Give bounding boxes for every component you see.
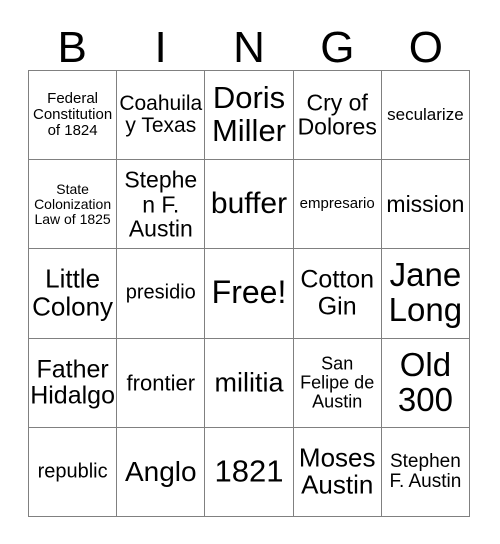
bingo-header-letter-b: B xyxy=(28,18,116,70)
bingo-cell-label: militia xyxy=(214,367,284,398)
bingo-cell[interactable]: Stephen F. Austin xyxy=(117,160,206,250)
bingo-grid: Federal Constitution of 1824 Coahuila y T… xyxy=(28,70,470,517)
bingo-cell-label: Stephen F. Austin xyxy=(389,450,462,492)
bingo-cell[interactable]: Federal Constitution of 1824 xyxy=(29,71,118,161)
bingo-cell[interactable]: empresario xyxy=(293,160,382,250)
bingo-header-letter-n: N xyxy=(205,18,293,70)
bingo-cell-label: Coahuila y Texas xyxy=(119,91,203,138)
bingo-cell[interactable]: republic xyxy=(29,427,118,517)
bingo-cell[interactable]: Jane Long xyxy=(381,249,470,339)
bingo-cell[interactable]: San Felipe de Austin xyxy=(293,338,382,428)
bingo-cell-label: Jane Long xyxy=(388,256,463,329)
bingo-cell-label: Stephen F. Austin xyxy=(124,166,198,242)
bingo-cell-label: republic xyxy=(37,460,108,483)
bingo-header-letter-o: O xyxy=(382,18,470,70)
bingo-cell-label: presidio xyxy=(125,281,196,304)
bingo-cell-label: Moses Austin xyxy=(298,442,376,500)
bingo-cell[interactable]: State Colonization Law of 1825 xyxy=(29,160,118,250)
bingo-header-letter-g: G xyxy=(293,18,381,70)
bingo-cell-label: mission xyxy=(386,191,465,218)
bingo-cell-label: State Colonization Law of 1825 xyxy=(34,181,112,227)
bingo-cell-label: Doris Miller xyxy=(211,80,287,149)
bingo-cell[interactable]: Coahuila y Texas xyxy=(117,71,206,161)
header-letter-text: I xyxy=(154,23,167,72)
bingo-cell-label: Old 300 xyxy=(397,345,453,418)
bingo-cell-label: Cotton Gin xyxy=(300,265,375,321)
bingo-cell[interactable]: Cry of Dolores xyxy=(293,71,382,161)
bingo-cell-label: frontier xyxy=(126,370,196,396)
bingo-cell[interactable]: Anglo xyxy=(117,427,206,517)
bingo-cell[interactable]: Doris Miller xyxy=(205,71,294,161)
bingo-cell[interactable]: Little Colony xyxy=(29,249,118,339)
bingo-cell[interactable]: Moses Austin xyxy=(293,427,382,517)
bingo-cell[interactable]: Stephen F. Austin xyxy=(381,427,470,517)
bingo-cell-label: Little Colony xyxy=(32,263,114,322)
header-letter-text: B xyxy=(57,23,87,72)
bingo-cell[interactable]: frontier xyxy=(117,338,206,428)
bingo-cell[interactable]: Cotton Gin xyxy=(293,249,382,339)
bingo-cell[interactable]: 1821 xyxy=(205,427,294,517)
bingo-cell[interactable]: militia xyxy=(205,338,294,428)
bingo-cell[interactable]: buffer xyxy=(205,160,294,250)
bingo-card: B I N G O Federal Constitution of 1824 Co… xyxy=(0,0,500,544)
header-letter-text: G xyxy=(320,23,355,72)
bingo-header-row: B I N G O xyxy=(28,18,470,70)
header-letter-text: O xyxy=(408,23,443,72)
bingo-cell-label: Cry of Dolores xyxy=(297,89,377,141)
bingo-cell-label: Anglo xyxy=(124,456,197,488)
bingo-cell[interactable]: Father Hidalgo xyxy=(29,338,118,428)
bingo-header-letter-i: I xyxy=(116,18,204,70)
bingo-cell[interactable]: secularize xyxy=(381,71,470,161)
bingo-cell[interactable]: presidio xyxy=(117,249,206,339)
bingo-cell[interactable]: Old 300 xyxy=(381,338,470,428)
bingo-cell-label: Father Hidalgo xyxy=(30,355,115,410)
bingo-cell[interactable]: mission xyxy=(381,160,470,250)
bingo-cell-label: Free! xyxy=(211,274,287,311)
bingo-cell-label: buffer xyxy=(210,187,288,221)
bingo-cell-label: San Felipe de Austin xyxy=(300,353,375,412)
bingo-cell-free-space[interactable]: Free! xyxy=(205,249,294,339)
bingo-cell-label: secularize xyxy=(387,105,464,125)
bingo-cell-label: empresario xyxy=(299,195,375,213)
header-letter-text: N xyxy=(233,23,265,72)
bingo-cell-label: 1821 xyxy=(214,453,284,489)
bingo-cell-label: Federal Constitution of 1824 xyxy=(32,90,113,140)
